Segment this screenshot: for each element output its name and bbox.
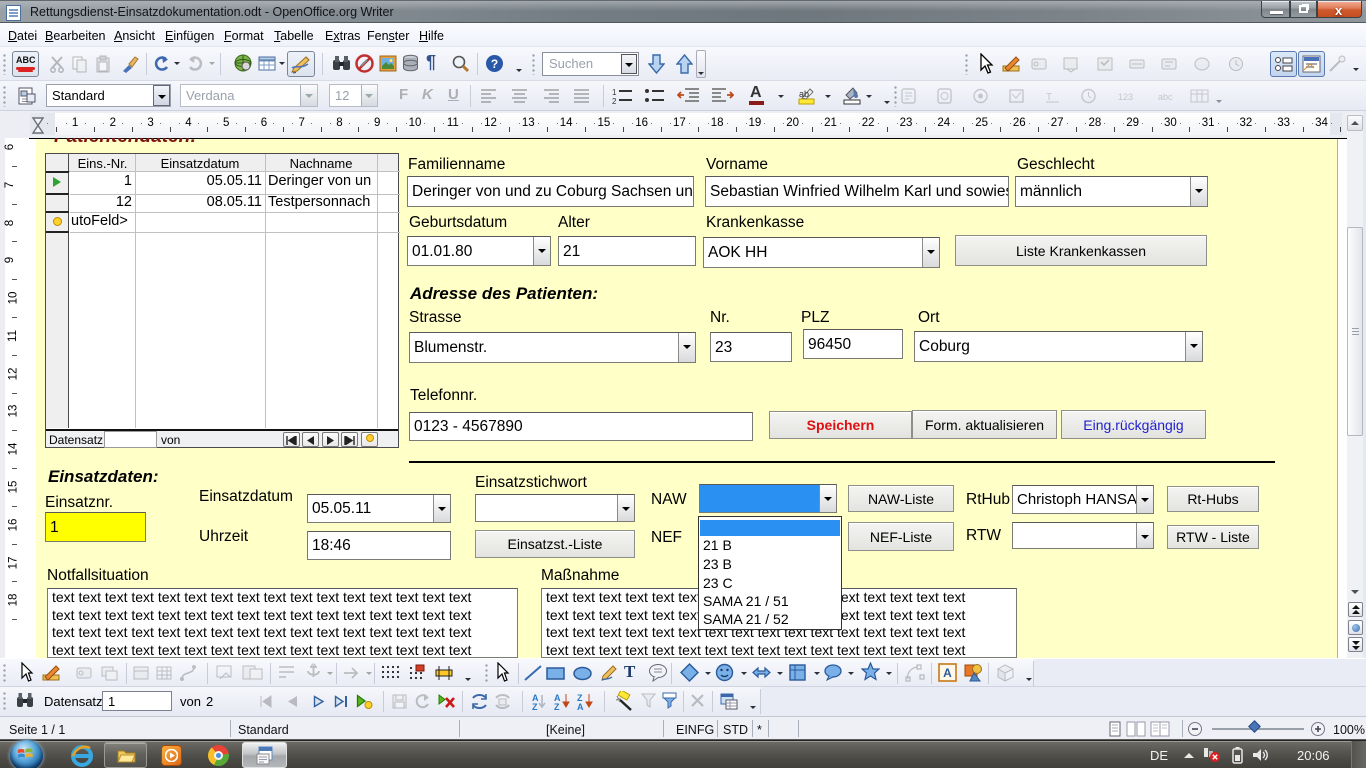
svg-text:A: A [577, 702, 584, 711]
svg-text:ab: ab [799, 89, 809, 99]
svg-text:1: 1 [612, 88, 617, 97]
svg-text:123: 123 [1118, 92, 1133, 102]
svg-text:T: T [1046, 92, 1052, 103]
svg-text:abc: abc [1158, 92, 1173, 102]
svg-text:A: A [943, 666, 952, 680]
svg-text:Z: Z [554, 702, 560, 711]
svg-text:2: 2 [612, 97, 617, 105]
svg-text:?: ? [491, 57, 498, 71]
svg-text:Z: Z [532, 702, 538, 711]
